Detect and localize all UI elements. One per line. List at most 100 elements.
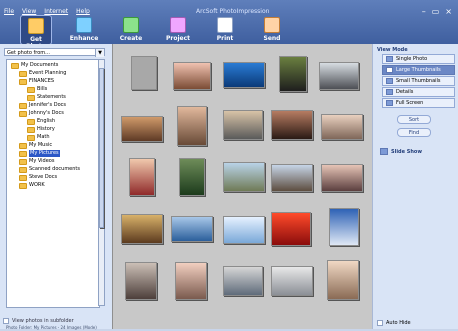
right-panel: View Mode Single Photo Large Thumbnails … [372, 44, 458, 331]
folder-icon [19, 110, 27, 117]
get-photo-from-value: Get photo from... [7, 50, 50, 56]
photo-thumbnail[interactable] [125, 262, 157, 300]
folder-icon [19, 174, 27, 181]
tree-item[interactable]: History [27, 126, 55, 133]
photo-thumbnail[interactable] [271, 266, 313, 296]
enhance-button[interactable]: Enhance [69, 15, 99, 43]
photo-thumbnail[interactable] [171, 216, 213, 242]
get-photo-icon [28, 18, 44, 34]
tree-item[interactable]: Statements [27, 94, 66, 101]
tree-item[interactable]: Event Planning [19, 70, 66, 77]
tree-item[interactable]: English [27, 118, 55, 125]
photo-thumbnail[interactable] [121, 116, 163, 142]
photo-thumbnail[interactable] [223, 110, 263, 140]
photo-thumbnail[interactable] [319, 62, 359, 90]
photo-thumbnail[interactable] [271, 212, 311, 246]
view-mode-label: Full Screen [396, 100, 424, 106]
print-button[interactable]: Print [210, 15, 240, 43]
app-title: ArcSoft PhotoImpression [196, 8, 270, 15]
photo-thumbnail[interactable] [279, 56, 307, 92]
tree-item[interactable]: Johnny's Docs [19, 110, 64, 117]
project-icon [170, 17, 186, 33]
left-panel: Get photo from... ▼ My Documents Event P… [0, 44, 113, 331]
tree-item[interactable]: My Music [19, 142, 52, 149]
photo-thumbnail[interactable] [223, 266, 263, 296]
view-photos-subfolder-checkbox[interactable] [3, 318, 9, 324]
tree-item[interactable]: My Videos [19, 158, 54, 165]
view-mode-details[interactable]: Details [382, 87, 455, 97]
enhance-label: Enhance [69, 35, 99, 42]
photo-thumbnail[interactable] [321, 164, 363, 192]
title-bar: File View Internet Help ArcSoft PhotoImp… [0, 0, 458, 50]
details-icon [386, 89, 393, 95]
print-icon [217, 17, 233, 33]
menu-file[interactable]: File [4, 8, 14, 18]
create-button[interactable]: Create [116, 15, 146, 43]
photo-thumbnail[interactable] [321, 114, 363, 140]
photo-thumbnail[interactable] [223, 216, 265, 244]
minimize-icon[interactable]: – [422, 7, 426, 16]
photo-thumbnail[interactable] [329, 208, 359, 246]
chevron-down-icon[interactable]: ▼ [95, 49, 104, 57]
tree-item[interactable]: Math [27, 134, 50, 141]
folder-icon [27, 134, 35, 141]
get-photo-from-select[interactable]: Get photo from... ▼ [4, 48, 105, 57]
view-mode-list: Single Photo Large Thumbnails Small Thum… [382, 54, 455, 109]
tree-item[interactable]: Jennifer's Docs [19, 102, 66, 109]
create-label: Create [119, 35, 143, 42]
slide-show-button[interactable]: Slide Show [380, 148, 422, 155]
folder-icon [19, 70, 27, 77]
folder-icon [19, 102, 27, 109]
photo-thumbnail[interactable] [179, 158, 205, 196]
photo-thumbnail[interactable] [173, 62, 211, 90]
get-photo-button[interactable]: Get Photo [20, 15, 52, 50]
send-button[interactable]: Send [257, 15, 287, 43]
tree-scrollbar[interactable] [98, 59, 105, 306]
photo-thumbnail[interactable] [121, 214, 163, 244]
single-photo-icon [386, 56, 393, 62]
tree-scrollbar-thumb[interactable] [99, 68, 104, 228]
view-mode-label: Details [396, 89, 414, 95]
large-thumbnails-icon [386, 67, 393, 73]
tree-item[interactable]: FINANCES [19, 78, 54, 85]
auto-hide-checkbox[interactable] [377, 320, 383, 326]
view-mode-full-screen[interactable]: Full Screen [382, 98, 455, 108]
tree-item[interactable]: Scanned documents [19, 166, 80, 173]
photo-thumbnail[interactable] [129, 158, 155, 196]
auto-hide-row: Auto Hide [377, 320, 411, 326]
find-button[interactable]: Find [397, 128, 431, 137]
full-screen-icon [386, 100, 393, 106]
send-icon [264, 17, 280, 33]
photo-thumbnail[interactable] [223, 162, 265, 192]
main-toolbar: Get Photo Enhance Create Project Print S… [20, 15, 287, 50]
folder-tree[interactable]: My Documents Event Planning FINANCES Bil… [6, 59, 100, 308]
view-mode-label: Small Thumbnails [396, 78, 441, 84]
folder-icon [19, 166, 27, 173]
photo-gallery[interactable] [112, 44, 373, 331]
tree-item[interactable]: WORK [19, 182, 45, 189]
tree-item-selected[interactable]: My Pictures [19, 150, 60, 157]
sort-button[interactable]: Sort [397, 115, 431, 124]
project-button[interactable]: Project [163, 15, 193, 43]
close-icon[interactable]: × [445, 7, 452, 16]
photo-thumbnail[interactable] [175, 262, 207, 300]
create-icon [123, 17, 139, 33]
window-controls: – ▭ × [422, 7, 452, 16]
view-mode-small-thumbnails[interactable]: Small Thumbnails [382, 76, 455, 86]
enhance-icon [76, 17, 92, 33]
tree-item[interactable]: Bills [27, 86, 47, 93]
restore-icon[interactable]: ▭ [432, 7, 440, 16]
folder-icon [19, 142, 27, 149]
view-mode-large-thumbnails[interactable]: Large Thumbnails [382, 65, 455, 75]
photo-thumbnail[interactable] [271, 110, 313, 140]
photo-thumbnail[interactable] [327, 260, 359, 300]
photo-thumbnail[interactable] [177, 106, 207, 146]
photo-thumbnail[interactable] [223, 62, 265, 88]
photo-thumbnail[interactable] [271, 164, 313, 192]
view-mode-single-photo[interactable]: Single Photo [382, 54, 455, 64]
auto-hide-label: Auto Hide [386, 320, 411, 326]
photo-thumbnail[interactable] [131, 56, 157, 90]
slide-show-icon [380, 148, 388, 155]
tree-item[interactable]: Steve Docs [19, 174, 57, 181]
tree-item[interactable]: My Documents [11, 62, 58, 69]
